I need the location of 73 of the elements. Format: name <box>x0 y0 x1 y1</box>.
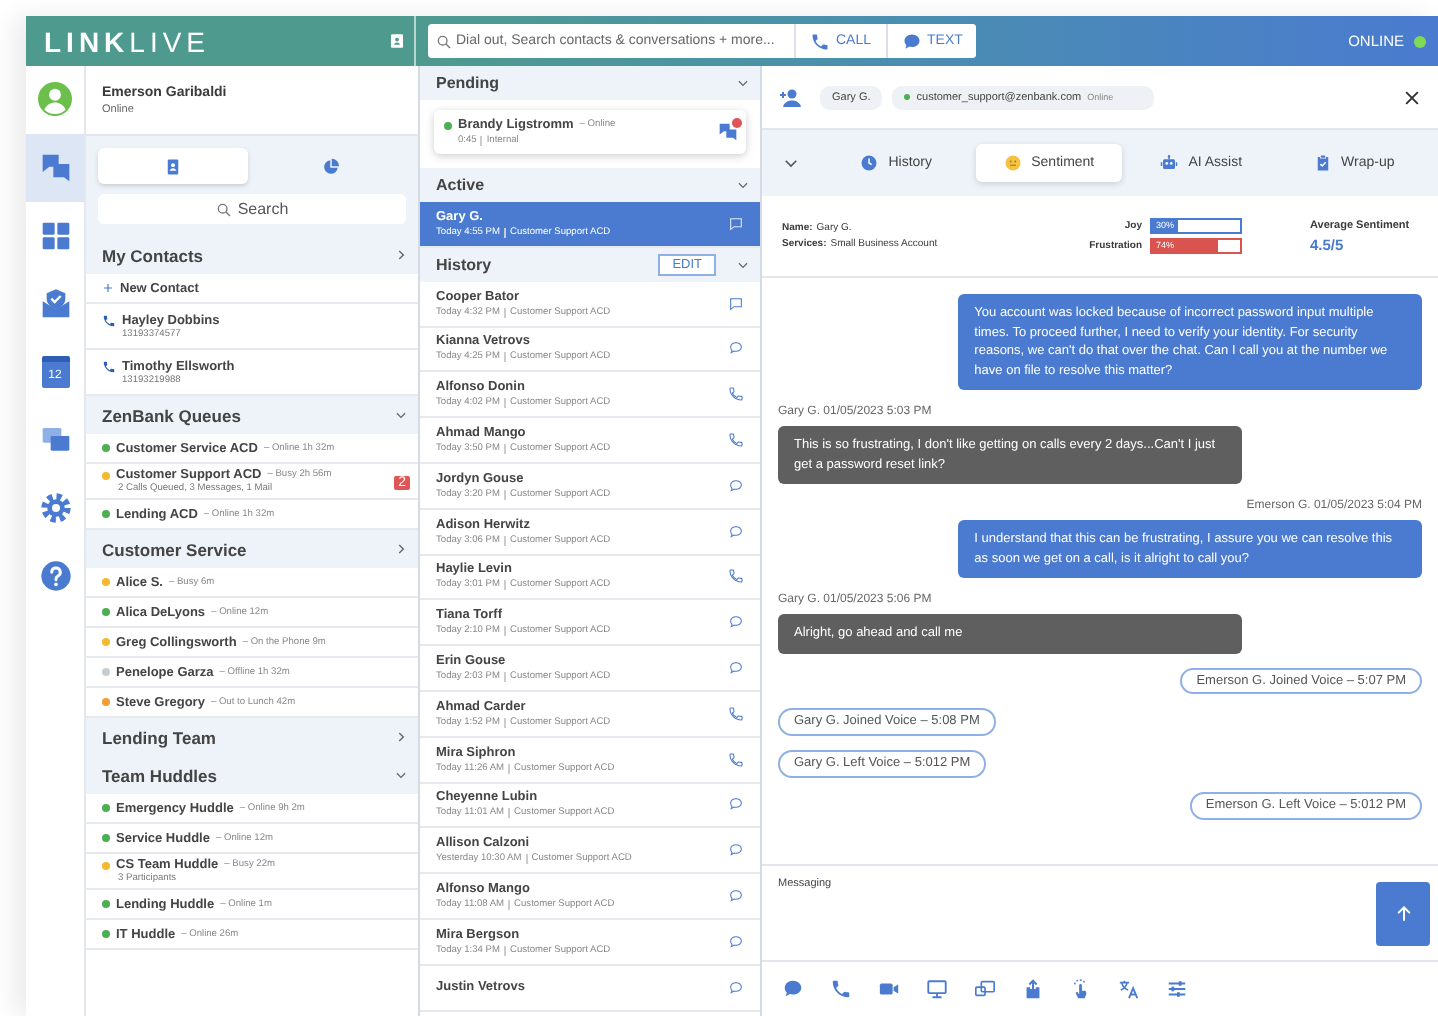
speech-bubble-icon <box>901 31 922 51</box>
chevron-right-icon <box>394 730 408 744</box>
phone-icon <box>728 705 744 722</box>
group-header[interactable]: ZenBank Queues <box>86 396 418 434</box>
screens-icon[interactable] <box>974 978 996 1000</box>
rail-tab[interactable] <box>26 134 84 202</box>
chat-icon[interactable] <box>782 978 804 1000</box>
chevron-down-icon[interactable] <box>782 154 800 172</box>
upload-icon[interactable] <box>1022 978 1044 1000</box>
group-header[interactable]: My Contacts <box>86 236 418 274</box>
chevron-down-icon[interactable] <box>736 257 750 272</box>
group-header[interactable]: Lending Team <box>86 718 418 756</box>
screens-icon <box>39 424 71 456</box>
pie-chart-icon <box>322 157 340 175</box>
translate-icon[interactable] <box>1118 978 1140 1000</box>
video-icon[interactable] <box>878 978 900 1000</box>
help-icon <box>39 560 71 592</box>
chat-icon <box>728 295 744 312</box>
speech-bubble-icon <box>728 660 744 677</box>
monitor-icon[interactable] <box>926 978 948 1000</box>
phone-icon <box>810 31 830 51</box>
phone-icon[interactable] <box>102 359 116 373</box>
chevron-down-icon[interactable] <box>736 178 750 192</box>
search-icon <box>436 33 452 49</box>
add-person-icon[interactable] <box>778 85 802 109</box>
group-header[interactable]: Customer Service <box>86 530 418 568</box>
group-header[interactable]: Team Huddles <box>86 756 418 794</box>
speech-bubble-icon <box>728 523 744 540</box>
speech-bubble-icon <box>728 477 744 494</box>
clock-icon <box>860 154 879 172</box>
search-button[interactable]: Search <box>98 194 406 224</box>
chat-icon <box>39 152 71 184</box>
smiley-icon <box>1003 154 1022 172</box>
robot-icon <box>1160 154 1179 172</box>
arrow-up-icon <box>1393 904 1413 924</box>
close-icon[interactable] <box>1402 87 1422 107</box>
sliders-icon[interactable] <box>1166 978 1188 1000</box>
plus-icon <box>102 282 114 294</box>
speech-bubble-icon <box>728 842 744 859</box>
panel-tab[interactable] <box>98 148 248 184</box>
phone-icon <box>728 386 744 403</box>
grid-icon <box>39 220 71 252</box>
section-title: History <box>436 255 492 274</box>
clipboard-icon <box>1313 154 1332 172</box>
speech-bubble-icon <box>728 796 744 813</box>
settings-icon <box>39 492 71 524</box>
contact-card-icon[interactable] <box>388 32 406 50</box>
logo: LINKLIVE <box>44 25 211 57</box>
chat-icon <box>728 215 744 232</box>
section-title: Pending <box>436 74 500 92</box>
chat-icon <box>718 122 738 142</box>
mail-check-icon <box>39 288 71 320</box>
speech-bubble-icon <box>728 933 744 950</box>
contact-book-icon <box>164 157 182 175</box>
phone-icon <box>728 751 744 768</box>
chevron-down-icon <box>394 408 408 422</box>
chevron-down-icon[interactable] <box>736 76 750 90</box>
chevron-down-icon <box>394 768 408 782</box>
speech-bubble-icon <box>728 888 744 905</box>
chevron-right-icon <box>394 542 408 556</box>
speech-bubble-icon <box>728 340 744 357</box>
section-title: Active <box>436 176 485 194</box>
chevron-right-icon <box>394 248 408 262</box>
search-icon <box>215 201 232 217</box>
phone-icon <box>728 432 744 449</box>
speech-bubble-icon <box>728 614 744 631</box>
phone-icon[interactable] <box>102 313 116 327</box>
hand-icon[interactable] <box>1070 978 1092 1000</box>
phone-icon <box>728 568 744 585</box>
send-button[interactable] <box>1376 882 1430 946</box>
avatar-icon[interactable] <box>38 82 72 116</box>
phone-icon[interactable] <box>830 978 852 1000</box>
speech-bubble-icon <box>728 979 744 996</box>
